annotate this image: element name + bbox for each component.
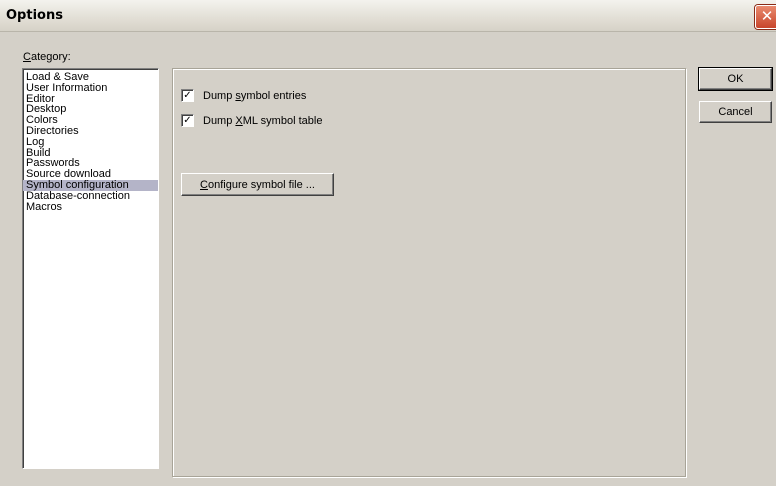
dump-xml-label-before: Dump — [203, 114, 236, 127]
symbol-configuration-panel — [172, 68, 686, 477]
cancel-button[interactable]: Cancel — [699, 101, 772, 123]
category-list[interactable]: Load & Save User Information Editor Desk… — [22, 68, 159, 469]
dump-xml-label-after: ML symbol table — [242, 114, 323, 127]
dump-symbol-entries-checkbox[interactable]: ✓ — [181, 89, 194, 102]
dump-xml-label-mnemonic: X — [235, 114, 243, 127]
dump-xml-symbol-table-checkbox[interactable]: ✓ — [181, 114, 194, 127]
category-label-mnemonic: C — [23, 51, 31, 63]
category-item-log[interactable]: Log — [23, 136, 158, 148]
configure-symbol-file-button[interactable]: Configure symbol file ... — [181, 173, 334, 196]
category-label: Category: — [23, 51, 71, 63]
dump-xml-symbol-table-label: Dump XML symbol table — [203, 115, 322, 127]
dump-symbol-entries-label-after: ymbol entries — [240, 89, 307, 102]
category-item-database-connection[interactable]: Database-connection — [23, 190, 158, 202]
window-title: Options — [6, 8, 63, 23]
ok-button[interactable]: OK — [698, 67, 773, 91]
dump-symbol-entries-label: Dump symbol entries — [203, 90, 306, 102]
dump-symbol-entries-option[interactable]: ✓ Dump symbol entries — [181, 89, 306, 102]
dump-xml-symbol-table-option[interactable]: ✓ Dump XML symbol table — [181, 114, 322, 127]
close-icon[interactable]: ✕ — [755, 5, 776, 29]
category-label-rest: ategory: — [30, 51, 71, 63]
title-bar[interactable]: Options ✕ — [0, 0, 776, 32]
category-item-user-information[interactable]: User Information — [23, 82, 158, 94]
configure-button-rest: onfigure symbol file ... — [207, 178, 315, 191]
dump-symbol-entries-label-before: Dump — [203, 89, 236, 102]
category-item-macros[interactable]: Macros — [23, 201, 158, 213]
configure-button-mnemonic: C — [200, 178, 208, 191]
